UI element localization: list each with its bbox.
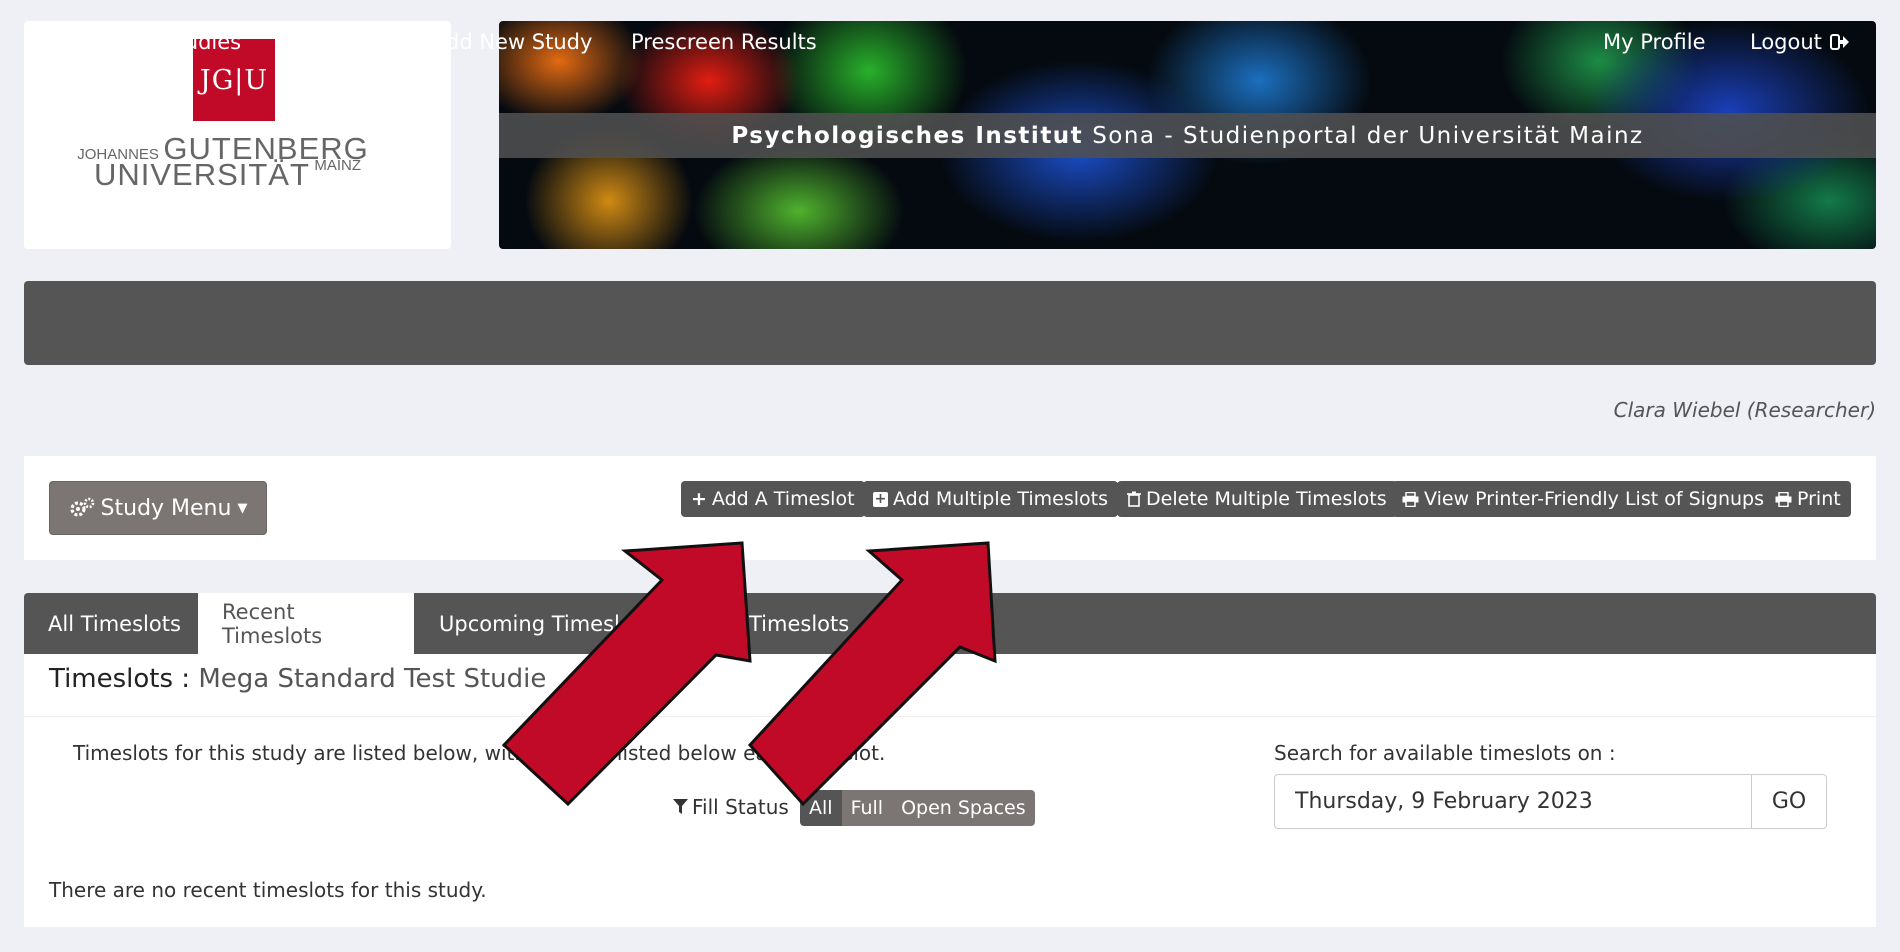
view-printer-friendly-button[interactable]: View Printer-Friendly List of Signups [1392, 481, 1775, 517]
nav-all-studies[interactable]: All Studies [281, 0, 392, 84]
banner-title-rest: Sona - Studienportal der Universität Mai… [1092, 122, 1644, 149]
print-button[interactable]: Print [1765, 481, 1851, 517]
nav-add-new-study[interactable]: Add New Study [432, 0, 592, 84]
main-navbar [24, 281, 1876, 365]
delete-multiple-timeslots-label: Delete Multiple Timeslots [1146, 488, 1387, 510]
logo-universitaet: UNIVERSITÄT [93, 157, 310, 192]
fill-status-full[interactable]: Full [841, 790, 893, 826]
tab-timeslots[interactable]: Timeslots [725, 593, 873, 654]
plus-square-icon: + [873, 491, 888, 507]
trash-icon [1127, 491, 1141, 507]
fill-status-all[interactable]: All [800, 790, 842, 826]
timeslots-description: Timeslots for this study are listed belo… [73, 741, 886, 765]
nav-logout[interactable]: Logout [1750, 0, 1850, 84]
tab-recent-timeslots[interactable]: Recent Timeslots [198, 593, 414, 654]
add-multiple-timeslots-label: Add Multiple Timeslots [893, 488, 1108, 510]
study-menu-button[interactable]: Study Menu ▼ [49, 481, 267, 535]
filter-icon [673, 799, 688, 814]
view-printer-friendly-label: View Printer-Friendly List of Signups [1424, 488, 1765, 510]
study-menu-label: Study Menu [100, 495, 232, 521]
fill-status-toggle: All Full Open Spaces [800, 790, 1035, 826]
tab-all-timeslots[interactable]: All Timeslots [24, 593, 205, 654]
current-user: Clara Wiebel (Researcher) [1613, 398, 1876, 422]
fill-status-text: Fill Status [692, 795, 789, 819]
print-icon [1402, 491, 1419, 507]
banner-title-bold: Psychologisches Institut [731, 122, 1084, 149]
nav-prescreen-results[interactable]: Prescreen Results [631, 0, 817, 84]
add-multiple-timeslots-button[interactable]: + Add Multiple Timeslots [863, 481, 1118, 517]
add-timeslot-label: Add A Timeslot [711, 488, 855, 510]
tab-upcoming-timeslots[interactable]: Upcoming Timeslots [415, 593, 676, 654]
print-icon [1775, 491, 1792, 507]
page-title-study: Mega Standard Test Studie [198, 664, 547, 694]
page-title: Timeslots : Mega Standard Test Studie [49, 664, 546, 694]
home-icon [50, 32, 76, 52]
caret-down-icon: ▼ [237, 500, 248, 516]
go-button[interactable]: GO [1751, 774, 1827, 829]
page-title-label: Timeslots : [49, 664, 191, 694]
delete-multiple-timeslots-button[interactable]: Delete Multiple Timeslots [1117, 481, 1397, 517]
nav-logout-label: Logout [1750, 30, 1822, 54]
logout-icon [1829, 34, 1849, 50]
add-timeslot-button[interactable]: + Add A Timeslot [681, 481, 865, 517]
banner-title: Psychologisches Institut Sona - Studienp… [499, 113, 1876, 158]
nav-home[interactable] [49, 0, 77, 84]
empty-message: There are no recent timeslots for this s… [49, 878, 487, 902]
search-date-label: Search for available timeslots on : [1274, 741, 1616, 765]
fill-status-label: Fill Status [673, 795, 789, 819]
logo-text-line2: UNIVERSITÄT MAINZ [75, 157, 380, 193]
fill-status-open-spaces[interactable]: Open Spaces [892, 790, 1035, 826]
search-date-input[interactable] [1274, 774, 1752, 829]
nav-my-profile[interactable]: My Profile [1603, 0, 1706, 84]
nav-my-studies[interactable]: My Studies [126, 0, 241, 84]
print-label: Print [1797, 488, 1841, 510]
gears-icon [69, 497, 94, 517]
plus-icon: + [691, 488, 707, 510]
logo-mainz: MAINZ [314, 157, 362, 174]
